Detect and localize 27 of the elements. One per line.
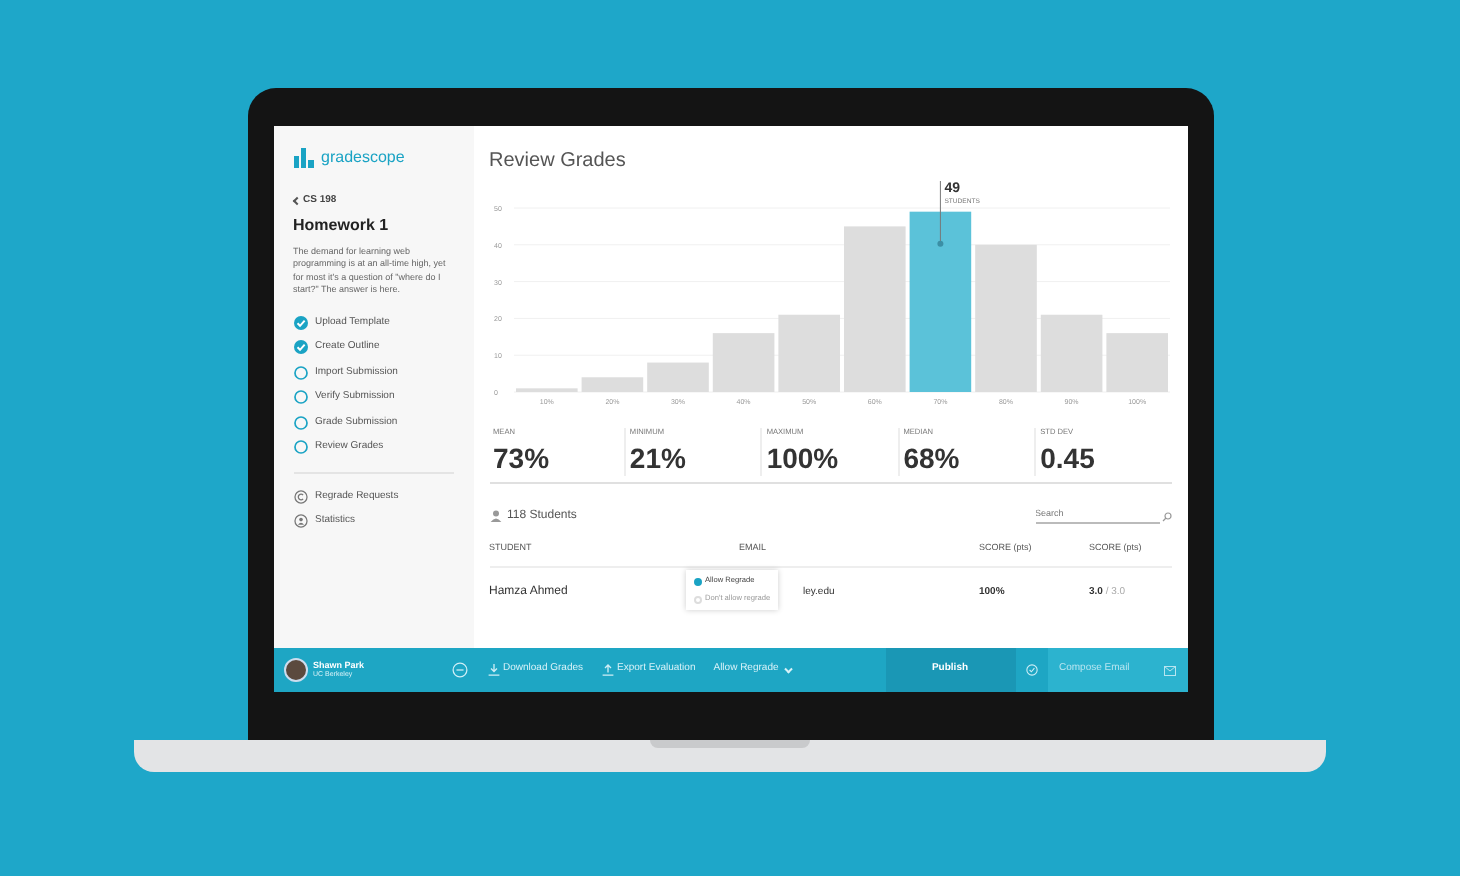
stat-value: 100% — [766, 439, 841, 476]
check-circle-icon — [1025, 664, 1037, 676]
mail-icon — [1163, 665, 1175, 675]
logo-text: gradescope — [321, 146, 405, 170]
person-circle-icon — [293, 514, 307, 529]
assignment-title: Homework 1 — [293, 213, 391, 237]
histogram-bar — [777, 314, 839, 392]
stat-value: 0.45 — [1040, 439, 1097, 476]
search-icon — [1161, 511, 1171, 522]
page-title: Review Grades — [489, 148, 628, 176]
stat-value: 73% — [493, 439, 552, 476]
stat-value: 68% — [903, 439, 962, 476]
histogram-bar — [1105, 333, 1167, 392]
circle-c-icon — [293, 489, 307, 504]
histogram-bar — [1039, 314, 1102, 392]
person-icon — [489, 510, 501, 523]
download-icon — [487, 664, 499, 676]
logo-bars-icon — [293, 148, 313, 168]
avatar — [283, 658, 307, 682]
annotation-marker — [936, 180, 943, 247]
back-chevron-icon[interactable] — [291, 197, 301, 206]
stat-value: 21% — [629, 439, 688, 476]
histogram-bar — [711, 333, 774, 392]
histogram-bar — [646, 362, 708, 392]
caret-icon — [785, 665, 793, 673]
histogram-bar — [580, 377, 643, 392]
upload-icon — [601, 664, 614, 676]
